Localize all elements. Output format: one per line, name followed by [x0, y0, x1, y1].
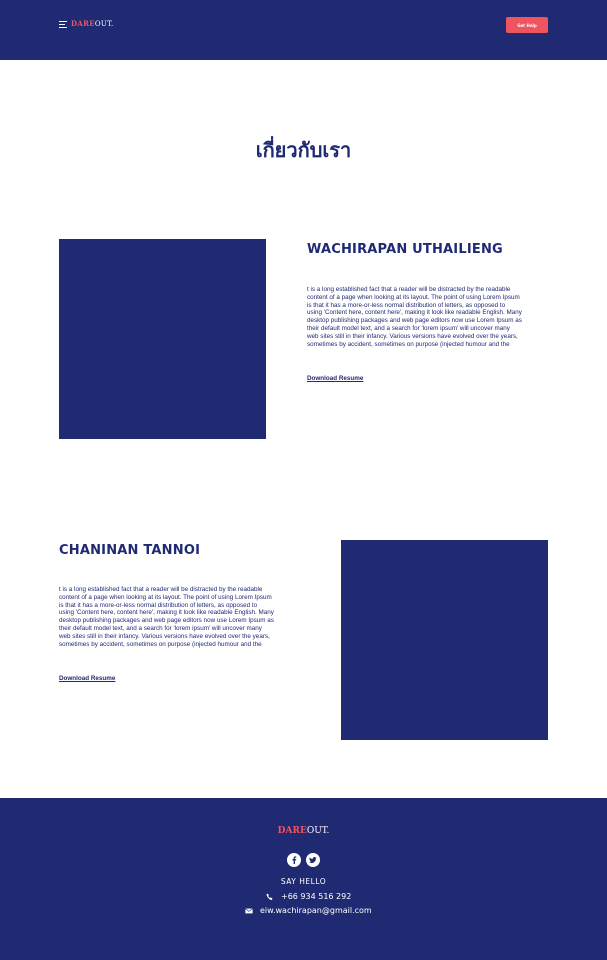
member-photo-wachirapan — [59, 239, 266, 439]
bio-line: t is a long established fact that a read… — [307, 286, 511, 293]
bio-line: is that it has a more-or-less normal dis… — [59, 601, 258, 609]
hamburger-menu-icon[interactable] — [59, 21, 67, 28]
twitter-icon[interactable] — [306, 853, 320, 867]
member-name-chaninan: CHANINAN TANNOI — [59, 543, 201, 558]
bio-line: content of a page when looking at its la… — [307, 293, 520, 301]
bio-line: using 'Content here, content here', maki… — [307, 309, 522, 317]
bio-line: sometimes by accident, sometimes on purp… — [307, 340, 510, 348]
email-address: eiw.wachirapan@gmail.com — [260, 906, 372, 915]
mail-icon — [245, 908, 253, 913]
bio-line: their default model text, and a search f… — [59, 624, 262, 632]
member-photo-chaninan — [341, 540, 548, 740]
member-bio-wachirapan: t is a long established fact that a read… — [307, 286, 549, 348]
bio-line: sometimes by accident, sometimes on purp… — [59, 640, 262, 648]
member-name-wachirapan: WACHIRAPAN UTHAILIENG — [307, 242, 503, 257]
contact-phone[interactable]: +66 934 516 292 — [266, 892, 351, 901]
bio-line: is that it has a more-or-less normal dis… — [307, 301, 506, 309]
footer-logo[interactable]: DAREOUT. — [0, 826, 607, 836]
say-hello-heading: SAY HELLO — [280, 877, 327, 886]
footer: DAREOUT. SAY HELLO +66 934 516 292 eiw.w… — [0, 798, 607, 960]
member-bio-chaninan: t is a long established fact that a read… — [59, 586, 301, 648]
phone-icon — [266, 893, 273, 900]
header-logo[interactable]: DAREOUT. — [71, 19, 114, 28]
bio-line: web sites still in their infancy. Variou… — [307, 332, 518, 340]
bio-line: their default model text, and a search f… — [307, 324, 510, 332]
bio-line: t is a long established fact that a read… — [59, 586, 263, 593]
contact-email[interactable]: eiw.wachirapan@gmail.com — [245, 906, 372, 915]
bio-line: desktop publishing packages and web page… — [307, 317, 522, 325]
bio-line: web sites still in their infancy. Variou… — [59, 632, 270, 640]
footer-logo-out-text: OUT. — [306, 826, 330, 836]
facebook-icon[interactable] — [287, 853, 301, 867]
bio-line: content of a page when looking at its la… — [59, 593, 272, 601]
footer-logo-dare-text: DARE — [277, 826, 307, 836]
download-resume-link-wachirapan[interactable]: Download Resume — [307, 375, 363, 382]
bio-line: using 'Content here, content here', maki… — [59, 609, 274, 617]
logo-out-text: OUT. — [94, 20, 114, 28]
bio-line: desktop publishing packages and web page… — [59, 617, 274, 625]
phone-number: +66 934 516 292 — [281, 892, 352, 901]
get-help-button[interactable]: Get Help — [506, 17, 548, 33]
logo-dare-text: DARE — [71, 19, 95, 28]
top-header: DAREOUT. Get Help — [0, 0, 607, 60]
page-title: เกี่ยวกับเรา — [255, 138, 352, 162]
download-resume-link-chaninan[interactable]: Download Resume — [59, 675, 115, 682]
